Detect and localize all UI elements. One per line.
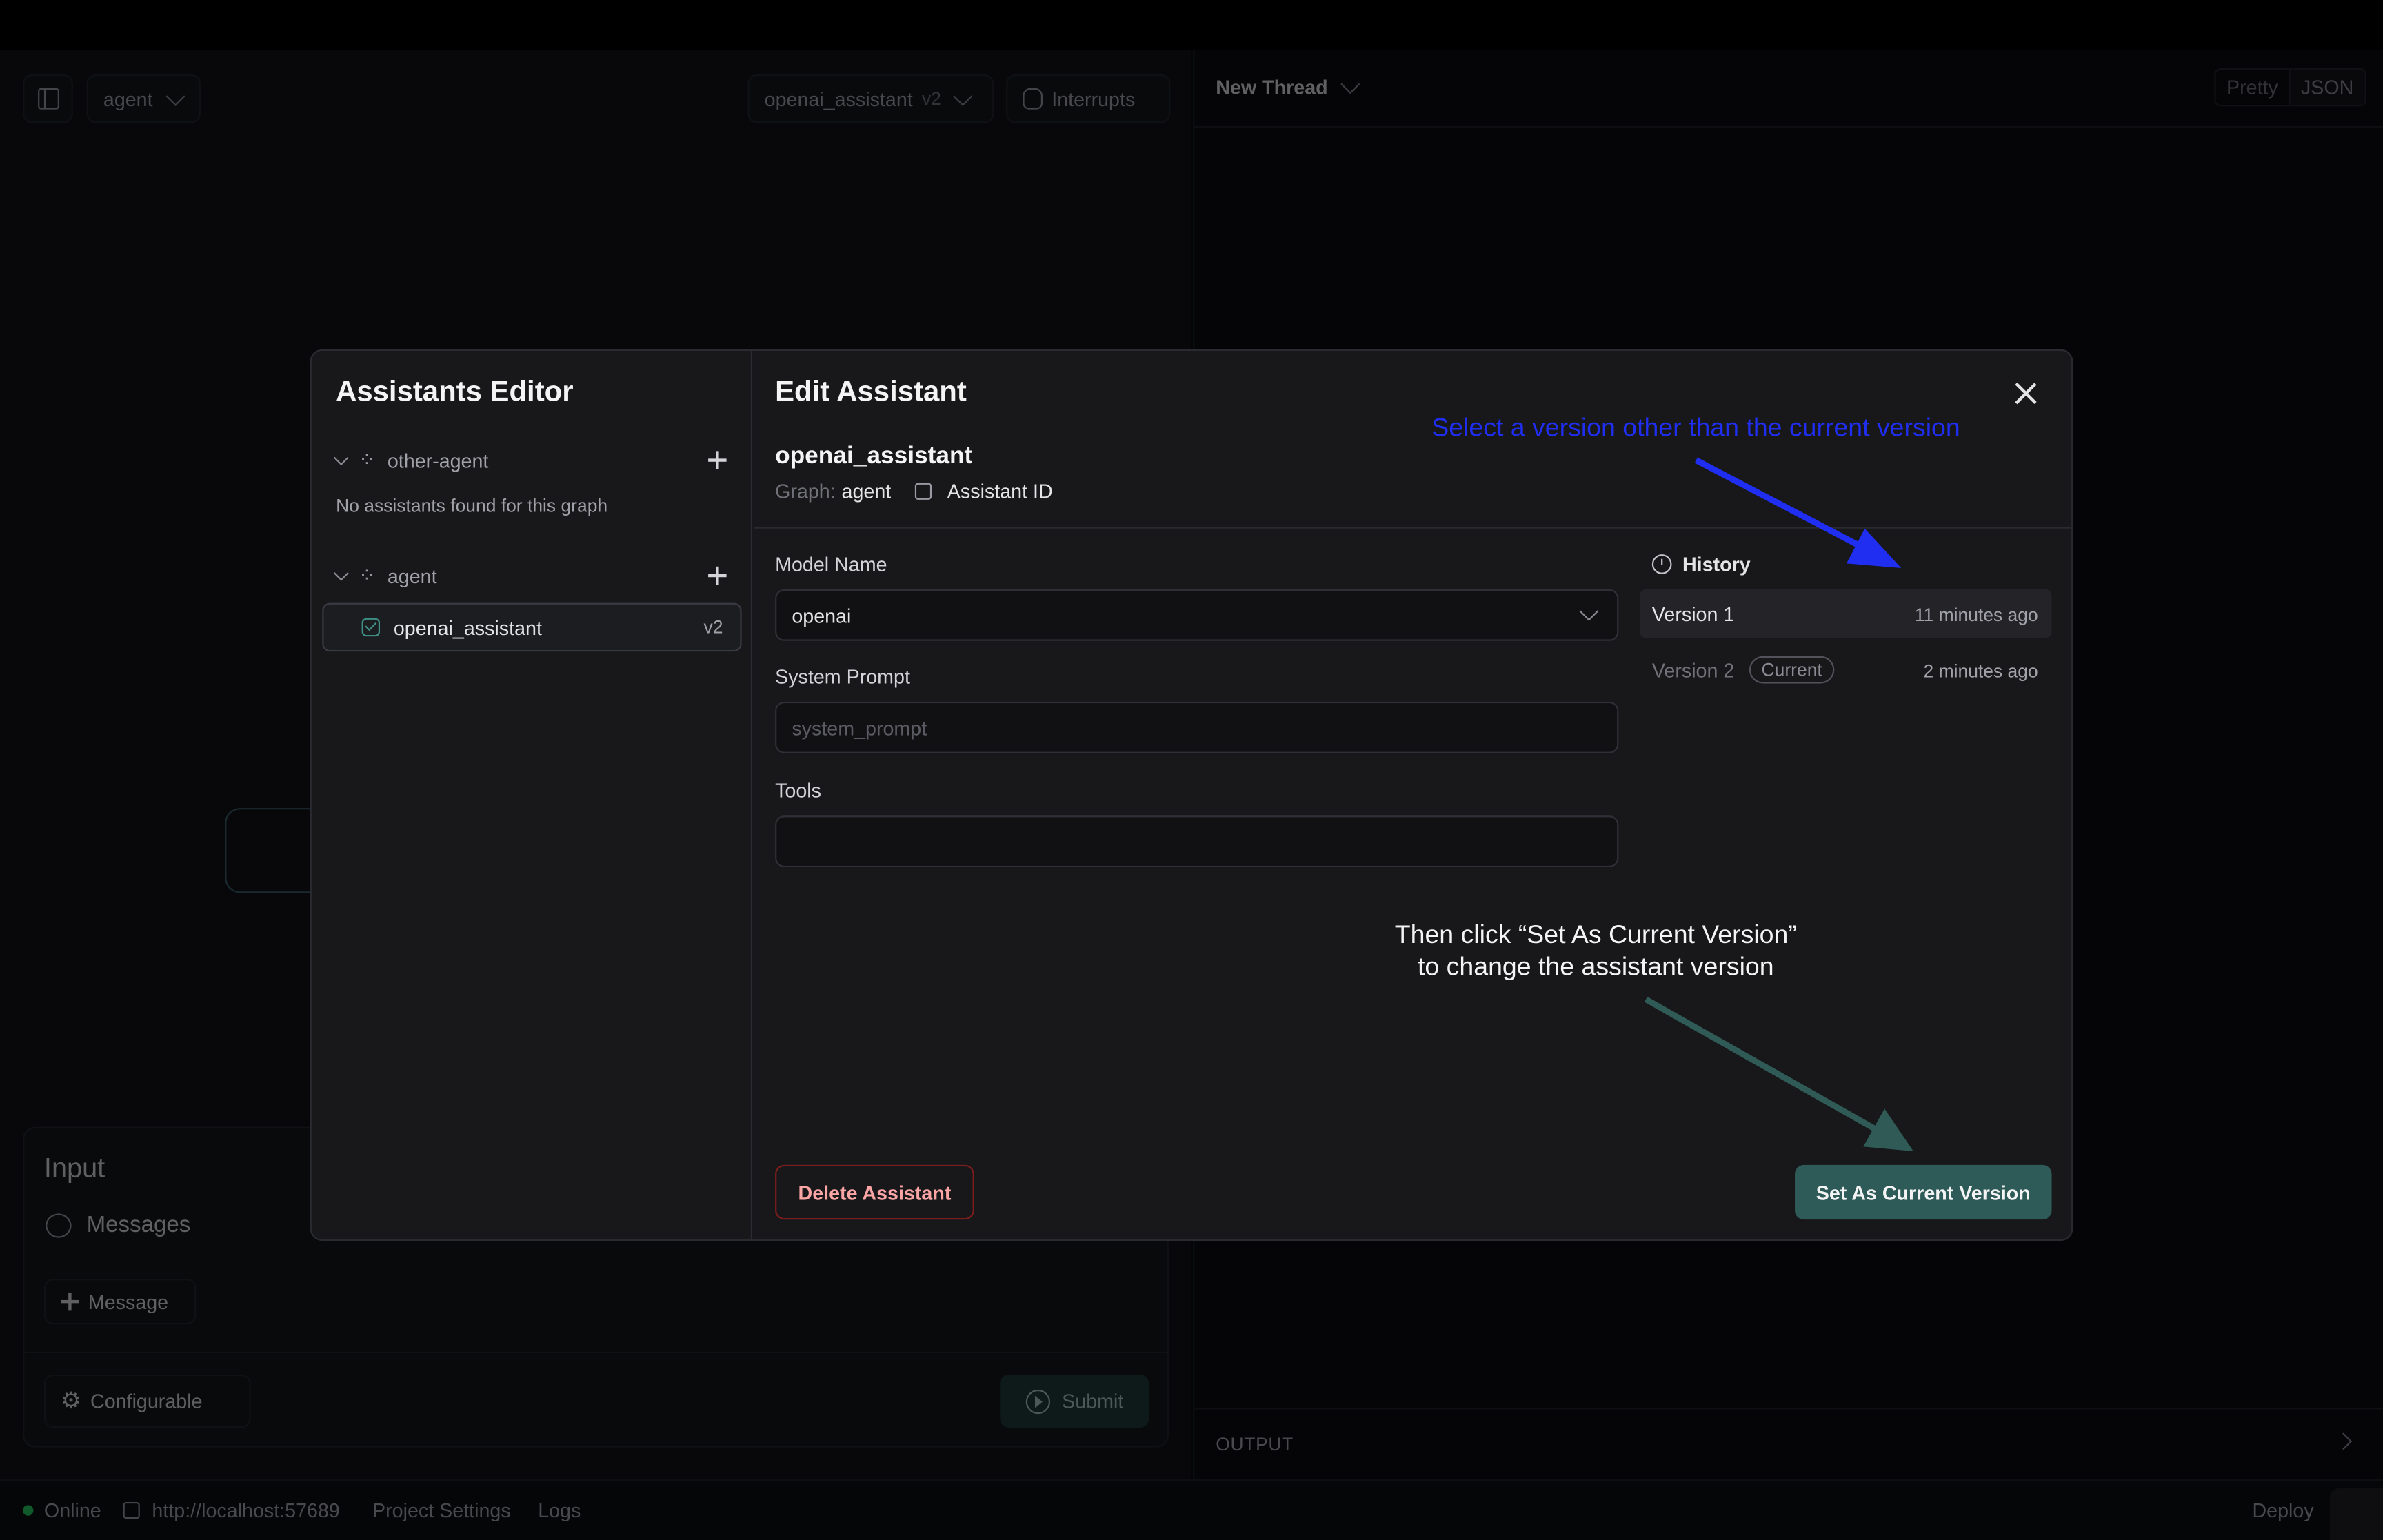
arrow-to-set-current-icon	[1644, 996, 1913, 1152]
output-label: OUTPUT	[1216, 1433, 1294, 1455]
arrow-to-history-icon	[1694, 457, 1902, 568]
configurable-label: Configurable	[90, 1389, 203, 1412]
chevron-down-icon	[953, 85, 973, 105]
sidebar-toggle-button[interactable]	[23, 74, 73, 123]
assistant-select-value: openai_assistant	[764, 87, 913, 110]
json-toggle[interactable]: JSON	[2290, 70, 2364, 105]
play-circle-icon	[1025, 1388, 1050, 1414]
app-root: agent openai_assistant v2 Interrupts Inp…	[0, 0, 2383, 1540]
corner-button[interactable]	[2329, 1488, 2383, 1540]
chevron-down-icon	[1340, 74, 1360, 94]
copy-icon[interactable]	[123, 1501, 140, 1519]
assistant-version: v2	[921, 88, 941, 110]
online-dot-icon	[23, 1505, 34, 1516]
submit-label: Submit	[1062, 1389, 1124, 1412]
chat-bubble-icon	[46, 1213, 72, 1237]
online-status: Online	[43, 1499, 101, 1522]
plus-icon	[61, 1292, 79, 1311]
add-message-button[interactable]: Message	[43, 1279, 197, 1325]
assistant-select[interactable]: openai_assistant v2	[747, 74, 994, 123]
configurable-button[interactable]: ⚙ Configurable	[43, 1374, 251, 1428]
messages-row: Messages	[46, 1212, 191, 1238]
graph-select-value: agent	[103, 87, 153, 110]
input-title: Input	[43, 1153, 105, 1184]
divider	[1194, 1408, 2383, 1410]
submit-button[interactable]: Submit	[1000, 1374, 1149, 1428]
add-message-label: Message	[88, 1290, 169, 1313]
chevron-down-icon	[165, 85, 185, 105]
annotation-arrows	[1644, 457, 1913, 1152]
thread-title: New Thread	[1216, 76, 1328, 99]
sidebar-panel-icon	[37, 88, 59, 110]
logs-link[interactable]: Logs	[538, 1499, 581, 1522]
view-toggle: Pretty JSON	[2214, 68, 2366, 107]
graph-select[interactable]: agent	[86, 74, 201, 123]
messages-label: Messages	[86, 1212, 191, 1238]
bug-icon	[1023, 88, 1043, 110]
divider	[1194, 125, 2383, 128]
interrupts-label: Interrupts	[1052, 87, 1136, 110]
divider	[24, 1351, 1167, 1354]
chevron-right-icon[interactable]	[2335, 1432, 2353, 1450]
gear-icon: ⚙	[61, 1388, 81, 1415]
window-topbar	[0, 0, 2383, 50]
interrupts-button[interactable]: Interrupts	[1006, 74, 1171, 123]
deploy-link[interactable]: Deploy	[2252, 1499, 2313, 1522]
status-bar: Online http://localhost:57689 Project Se…	[0, 1479, 2383, 1540]
project-settings-link[interactable]: Project Settings	[372, 1499, 511, 1522]
thread-select[interactable]: New Thread	[1216, 74, 1360, 99]
pretty-toggle[interactable]: Pretty	[2216, 70, 2291, 105]
assistants-editor-dialog: Assistants Editor ⁘ other-agent No assis…	[310, 349, 2073, 1242]
server-url[interactable]: http://localhost:57689	[152, 1499, 339, 1522]
